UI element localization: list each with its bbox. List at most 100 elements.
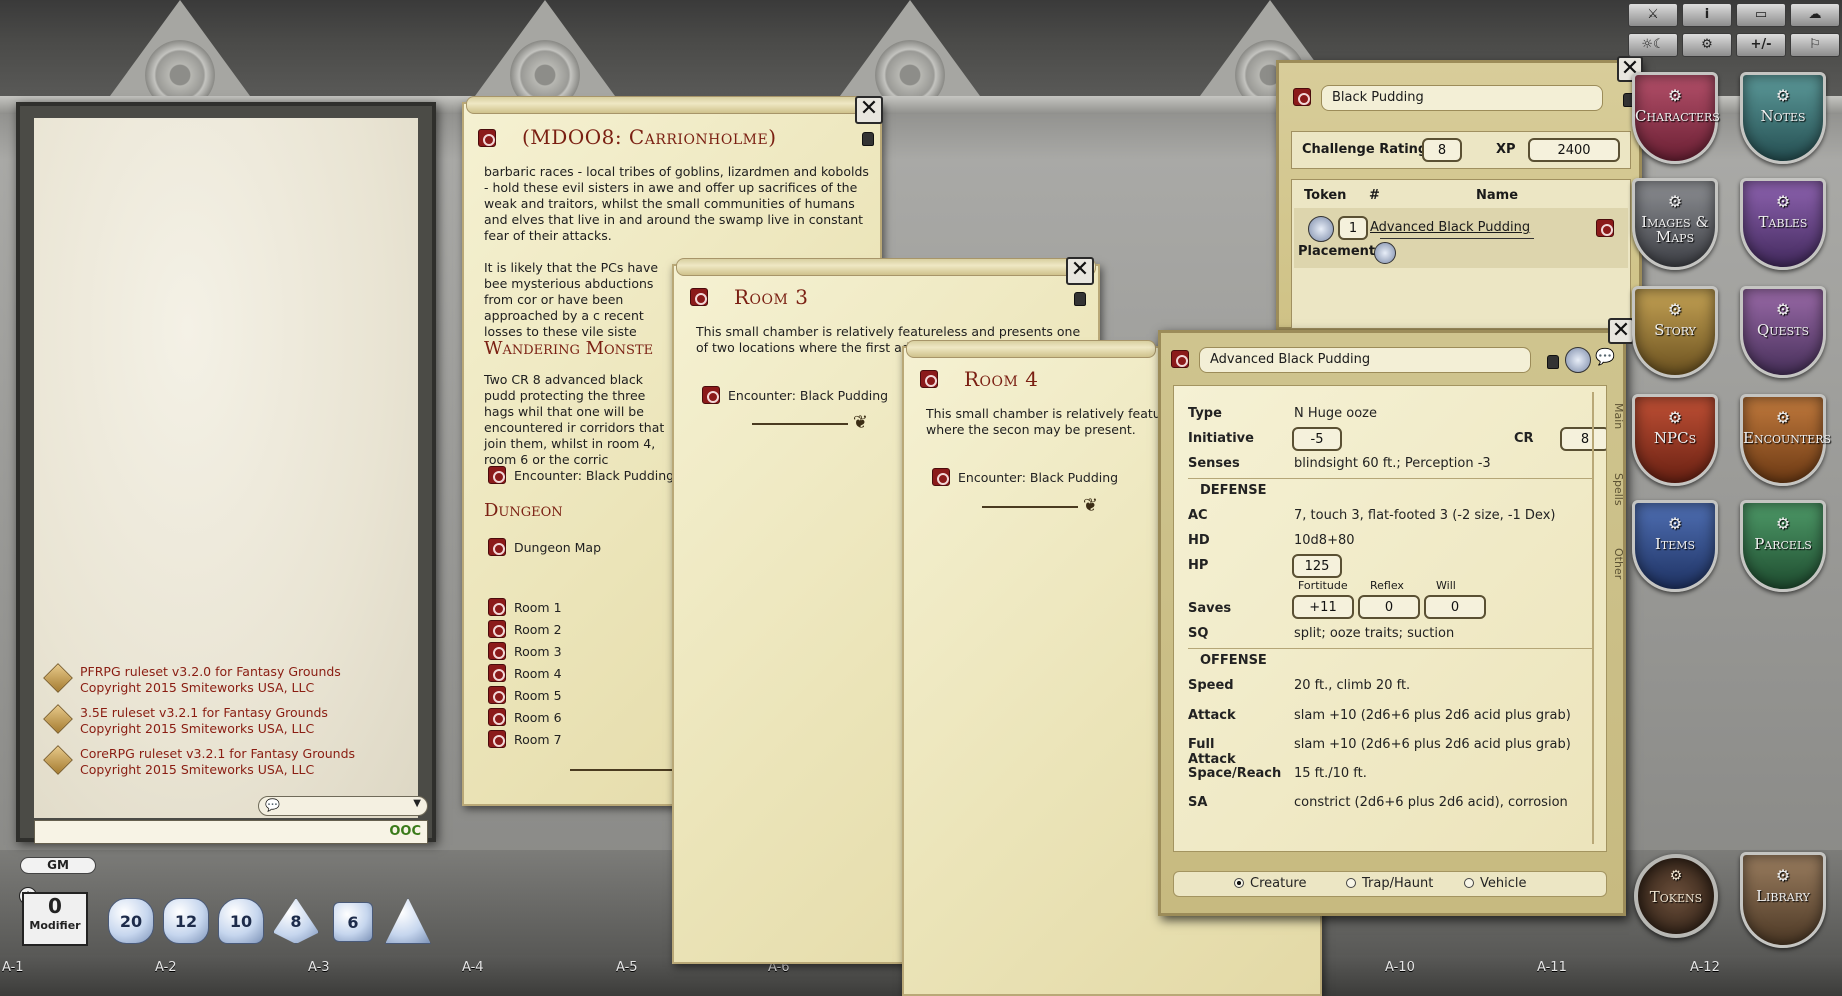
room-link[interactable]: Room 4	[488, 662, 562, 684]
radio-vehicle[interactable]: Vehicle	[1464, 872, 1527, 896]
encounter-link[interactable]: Encounter: Black Pudding	[932, 466, 1118, 488]
sidebar-items[interactable]: ⚙ Items	[1632, 500, 1718, 592]
speech-bubble-icon[interactable]: 💬	[1595, 347, 1615, 366]
stat-value[interactable]: slam +10 (2d6+6 plus 2d6 acid plus grab)	[1294, 737, 1571, 752]
modifier-value: 0	[48, 894, 62, 918]
stat-value[interactable]: N Huge ooze	[1294, 406, 1377, 421]
encounter-name-field[interactable]: Black Pudding	[1321, 85, 1603, 111]
lock-icon[interactable]	[862, 132, 874, 146]
close-button[interactable]: ✕	[1608, 318, 1634, 344]
save-label: Will	[1436, 579, 1456, 592]
link-label: Encounter: Black Pudding	[514, 467, 675, 483]
tool-combat-button[interactable]: ⚔	[1628, 3, 1678, 27]
tool-info-button[interactable]: i	[1682, 3, 1732, 27]
cr-value[interactable]: 8	[1422, 138, 1462, 162]
room-link[interactable]: Room 7	[488, 728, 562, 750]
stat-value[interactable]: blindsight 60 ft.; Perception -3	[1294, 456, 1491, 471]
cr-value[interactable]: 8	[1560, 427, 1606, 451]
dungeon-map-link[interactable]: Dungeon Map	[488, 536, 601, 558]
record-icon[interactable]	[690, 288, 708, 306]
stat-label: Type	[1188, 406, 1222, 421]
stat-value[interactable]: 15 ft./10 ft.	[1294, 766, 1367, 781]
sidebar-characters[interactable]: ⚙ Characters	[1632, 72, 1720, 164]
xp-value[interactable]: 2400	[1528, 138, 1620, 162]
room-link[interactable]: Room 5	[488, 684, 562, 706]
radio-trap-haunt[interactable]: Trap/Haunt	[1346, 872, 1433, 896]
record-icon[interactable]	[478, 129, 496, 147]
sidebar-images-maps[interactable]: ⚙ Images & Maps	[1632, 178, 1718, 270]
window-title: (MDOO8: Carrionholme)	[522, 125, 777, 149]
npc-name-field[interactable]: Advanced Black Pudding	[1199, 347, 1531, 373]
sidebar-quests[interactable]: ⚙ Quests	[1740, 286, 1826, 378]
d6-die-icon[interactable]: 6	[333, 902, 373, 942]
hp-value[interactable]: 125	[1292, 554, 1342, 578]
token-icon[interactable]	[1308, 216, 1334, 242]
npc-token-icon[interactable]	[1565, 347, 1591, 373]
tool-daynight-button[interactable]: ☼☾	[1628, 33, 1678, 57]
stat-value[interactable]: slam +10 (2d6+6 plus 2d6 acid plus grab)	[1294, 708, 1571, 723]
sidebar-npcs[interactable]: ⚙ NPCs	[1632, 394, 1718, 486]
npc-name-link[interactable]: Advanced Black Pudding	[1370, 220, 1530, 235]
room-link[interactable]: Room 3	[488, 640, 562, 662]
sidebar-parcels[interactable]: ⚙ Parcels	[1740, 500, 1826, 592]
link-icon	[488, 708, 506, 726]
stat-label: Attack	[1188, 708, 1236, 723]
library-icon: ⚙	[1775, 866, 1791, 885]
sidebar-tokens[interactable]: ⚙ Tokens	[1634, 854, 1718, 938]
chat-input[interactable]: OOC	[34, 820, 428, 844]
npc-count[interactable]: 1	[1338, 216, 1368, 240]
room-link[interactable]: Room 2	[488, 618, 562, 640]
link-label: Encounter: Black Pudding	[728, 387, 889, 403]
record-icon[interactable]	[1171, 350, 1189, 368]
column-header: Token	[1304, 188, 1347, 203]
record-icon[interactable]	[920, 370, 938, 388]
stat-value[interactable]: constrict (2d6+6 plus 2d6 acid), corrosi…	[1294, 795, 1568, 810]
d10-die-icon[interactable]: 10	[218, 898, 264, 944]
sidebar-story[interactable]: ⚙ Story	[1632, 286, 1718, 378]
fortitude-value[interactable]: +11	[1292, 595, 1354, 619]
gm-badge[interactable]: GM	[20, 857, 96, 874]
lock-icon[interactable]	[1074, 292, 1086, 306]
tool-modifier-button[interactable]: +/-	[1736, 33, 1786, 57]
d20-die-icon[interactable]: 20	[108, 898, 154, 944]
ooc-button[interactable]: OOC	[389, 824, 421, 839]
tool-options-button[interactable]: ⚙	[1682, 33, 1732, 57]
radio-creature[interactable]: Creature	[1234, 872, 1307, 896]
tab-other[interactable]: Other	[1611, 548, 1625, 608]
lock-icon[interactable]	[1547, 355, 1559, 369]
stat-value[interactable]: 10d8+80	[1294, 533, 1355, 548]
encounter-link[interactable]: Encounter: Black Pudding	[488, 464, 674, 486]
sidebar-label: Story	[1654, 321, 1696, 339]
sidebar-encounters[interactable]: ⚙ Encounters	[1740, 394, 1831, 486]
radio-unchecked-icon	[1346, 878, 1356, 888]
encounter-link[interactable]: Encounter: Black Pudding	[702, 384, 888, 406]
record-icon[interactable]	[1293, 88, 1311, 106]
sidebar-tables[interactable]: ⚙ Tables	[1740, 178, 1826, 270]
d12-die-icon[interactable]: 12	[163, 898, 209, 944]
tab-main[interactable]: Main	[1611, 403, 1625, 463]
close-button[interactable]: ✕	[855, 96, 883, 124]
initiative-value[interactable]: -5	[1292, 427, 1342, 451]
link-icon	[488, 686, 506, 704]
stat-value[interactable]: 7, touch 3, flat-footed 3 (-2 size, -1 D…	[1294, 508, 1555, 523]
tool-pointer-button[interactable]: ⚐	[1790, 33, 1840, 57]
tool-cloud-button[interactable]: ☁	[1790, 3, 1840, 27]
tool-book-button[interactable]: ▭	[1736, 3, 1786, 27]
close-button[interactable]: ✕	[1066, 257, 1094, 285]
will-value[interactable]: 0	[1424, 595, 1486, 619]
room-link[interactable]: Room 6	[488, 706, 562, 728]
sidebar-notes[interactable]: ⚙ Notes	[1740, 72, 1826, 164]
chat-mode-select[interactable]: 💬 ▼	[258, 796, 428, 816]
tab-spells[interactable]: Spells	[1611, 473, 1625, 533]
room-link[interactable]: Room 1	[488, 596, 562, 618]
placement-token-icon[interactable]	[1374, 242, 1396, 264]
stat-label: HP	[1188, 558, 1209, 573]
sidebar-library[interactable]: ⚙ Library	[1740, 852, 1826, 948]
modifier-box[interactable]: 0 Modifier	[22, 892, 88, 946]
npc-row[interactable]: 1 Advanced Black Pudding Placement:	[1294, 208, 1628, 268]
stat-value[interactable]: 20 ft., climb 20 ft.	[1294, 678, 1410, 693]
reflex-value[interactable]: 0	[1358, 595, 1420, 619]
scrollbar[interactable]	[1592, 392, 1594, 844]
stat-value[interactable]: split; ooze traits; suction	[1294, 626, 1454, 641]
record-link-icon[interactable]	[1596, 219, 1614, 237]
